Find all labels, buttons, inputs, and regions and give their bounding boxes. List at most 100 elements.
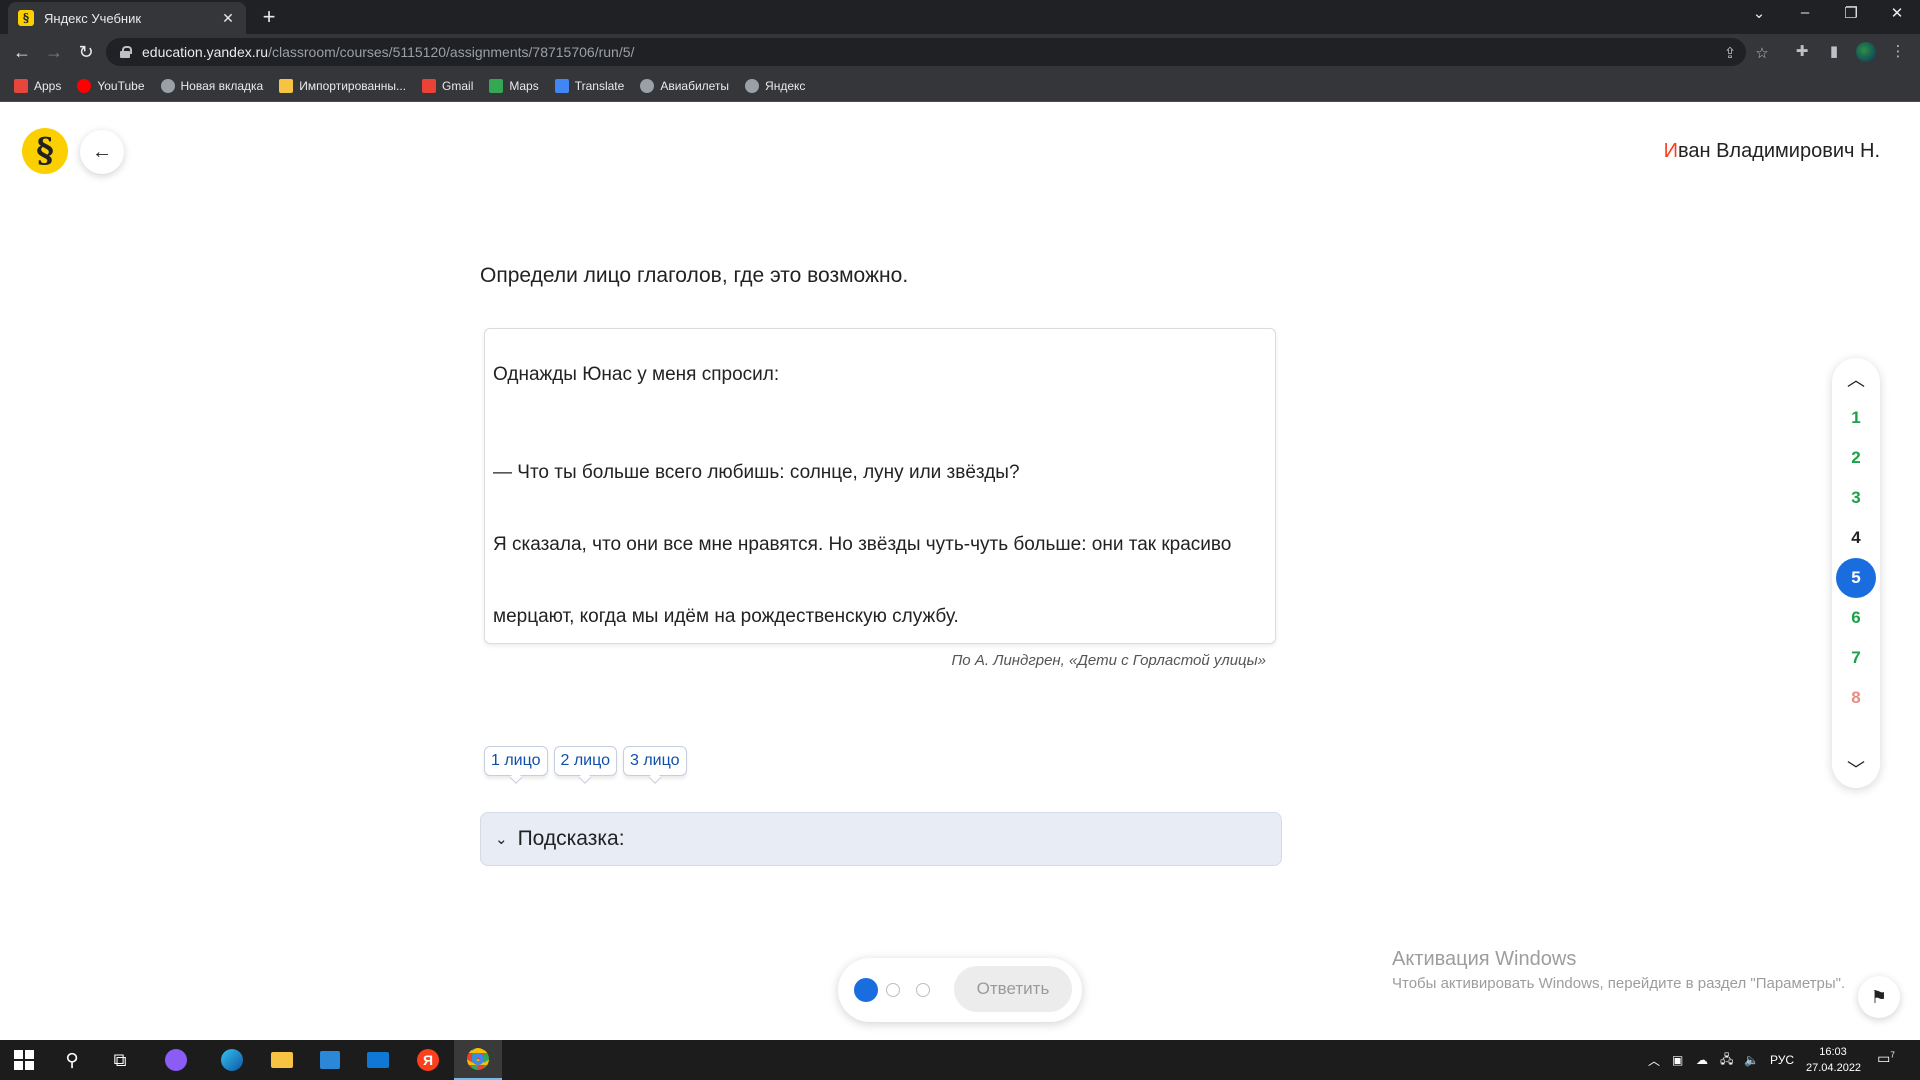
attempt-indicator-dot	[916, 983, 930, 997]
globe-icon	[745, 78, 760, 93]
tab-search-icon[interactable]: ⌄	[1744, 4, 1774, 22]
browser-tab-active[interactable]: § Яндекс Учебник ✕	[8, 2, 246, 34]
tab-close-icon[interactable]: ✕	[220, 10, 236, 27]
task-nav-item-7[interactable]: 7	[1836, 638, 1876, 678]
bookmark-item[interactable]: Авиабилеты	[640, 78, 730, 93]
attempt-indicator-dot	[854, 978, 878, 1002]
new-tab-button[interactable]: +	[258, 6, 280, 28]
file-explorer-icon[interactable]	[258, 1040, 306, 1080]
task-nav-item-1[interactable]: 1	[1836, 398, 1876, 438]
task-view-icon[interactable]: ⧉	[96, 1040, 144, 1080]
chevron-down-icon[interactable]: ﹀	[1832, 756, 1880, 782]
alice-icon[interactable]	[152, 1040, 200, 1080]
chevron-up-icon[interactable]: ︿	[1832, 366, 1880, 392]
task-nav-item-3[interactable]: 3	[1836, 478, 1876, 518]
gmail-icon	[422, 78, 437, 93]
page-content: § ← Иван Владимирович Н. Определи лицо г…	[0, 102, 1920, 1040]
clock-date: 27.04.2022	[1806, 1062, 1862, 1074]
tray-chevron-icon[interactable]: ︿	[1648, 1040, 1660, 1080]
bookmark-label: Яндекс	[765, 78, 806, 93]
chevron-down-icon: ⌄	[495, 831, 508, 848]
task-nav-item-8[interactable]: 8	[1836, 678, 1876, 718]
yandex-textbook-logo[interactable]: §	[22, 128, 68, 174]
user-name[interactable]: Иван Владимирович Н.	[1664, 140, 1880, 163]
bookmark-item[interactable]: Maps	[489, 78, 539, 93]
browser-tabstrip: § Яндекс Учебник ✕ + ⌄ – ❐ ✕	[0, 0, 1920, 34]
language-indicator[interactable]: РУС	[1770, 1040, 1794, 1080]
globe-icon	[640, 78, 655, 93]
attempt-indicator-dot	[886, 983, 900, 997]
back-button[interactable]: ←	[80, 130, 124, 174]
task-nav-item-5[interactable]: 5	[1836, 558, 1876, 598]
search-icon[interactable]: ⚲	[48, 1040, 96, 1080]
tray-onedrive-icon[interactable]: ☁	[1696, 1040, 1708, 1080]
bookmarks-bar: Apps YouTube Новая вкладка Импортированны..…	[0, 70, 1920, 102]
tab-favicon-icon: §	[18, 10, 34, 26]
windows-taskbar: ⚲ ⧉ Я ︿ ▣ ☁ 🖧 🔈 РУС 16:03 27.04.2022 ▭7	[0, 1040, 1920, 1080]
volume-icon[interactable]: 🔈	[1744, 1040, 1759, 1080]
watermark-title: Активация Windows	[1392, 948, 1577, 970]
bookmark-item[interactable]: Gmail	[422, 78, 473, 93]
clock-time: 16:03	[1819, 1046, 1847, 1058]
user-name-rest: ван Владимирович Н.	[1677, 140, 1880, 162]
task-title: Определи лицо глаголов, где это возможно…	[480, 264, 909, 287]
bookmark-item[interactable]: Импортированны...	[279, 78, 407, 93]
task-nav-item-2[interactable]: 2	[1836, 438, 1876, 478]
bookmark-label: Apps	[34, 78, 62, 93]
text-source: По А. Линдгрен, «Дети с Горластой улицы»	[951, 652, 1266, 669]
store-icon[interactable]	[306, 1040, 354, 1080]
start-button[interactable]	[0, 1040, 48, 1080]
minimize-button[interactable]: –	[1790, 4, 1820, 21]
reload-icon[interactable]: ↻	[74, 40, 98, 64]
watermark-subtitle: Чтобы активировать Windows, перейдите в …	[1392, 975, 1846, 992]
taskbar-clock[interactable]: 16:03 27.04.2022	[1806, 1044, 1862, 1076]
submit-button[interactable]: Ответить	[954, 966, 1072, 1012]
bookmark-item[interactable]: Apps	[14, 78, 62, 93]
chrome-icon[interactable]	[454, 1040, 502, 1080]
browser-menu-icon[interactable]: ⋮	[1886, 40, 1910, 64]
bookmark-label: Авиабилеты	[660, 78, 730, 93]
youtube-icon	[77, 78, 92, 93]
restore-button[interactable]: ❐	[1836, 4, 1866, 22]
bookmark-item[interactable]: Translate	[554, 78, 624, 93]
tray-device-icon[interactable]: ▣	[1672, 1040, 1683, 1080]
task-text-line: Однажды Юнас у меня спросил:	[493, 364, 780, 385]
notification-count: 7	[1890, 1050, 1895, 1060]
task-nav-item-4[interactable]: 4	[1836, 518, 1876, 558]
back-arrow-icon[interactable]: ←	[10, 40, 34, 64]
task-text-box: Однажды Юнас у меня спросил: — Что ты бо…	[484, 328, 1276, 644]
tag-3-person[interactable]: 3 лицо	[623, 746, 687, 776]
windows-activation-watermark: Активация Windows Чтобы активировать Win…	[1392, 948, 1845, 992]
tag-2-person[interactable]: 2 лицо	[553, 746, 617, 776]
notification-center-icon[interactable]: ▭7	[1876, 1050, 1896, 1070]
hint-toggle[interactable]: ⌄ Подсказка:	[480, 812, 1282, 866]
browser-toolbar: ← → ↻ education.yandex.ru/classroom/cour…	[0, 34, 1920, 70]
task-text-line: — Что ты больше всего любишь: солнце, лу…	[493, 462, 1020, 483]
bookmark-star-icon[interactable]: ☆	[1752, 44, 1772, 62]
bookmark-item[interactable]: Новая вкладка	[160, 78, 263, 93]
flag-icon: ⚑	[1870, 986, 1888, 1007]
windows-logo-icon	[14, 1050, 34, 1070]
address-bar[interactable]: education.yandex.ru/classroom/courses/51…	[106, 38, 1769, 66]
answer-tags: 1 лицо 2 лицо 3 лицо	[484, 746, 687, 776]
bookmark-item[interactable]: YouTube	[77, 78, 145, 93]
forward-arrow-icon[interactable]: →	[42, 40, 66, 64]
bookmark-label: Импортированны...	[299, 78, 407, 93]
edge-icon[interactable]	[208, 1040, 256, 1080]
report-flag-button[interactable]: ⚑	[1858, 976, 1900, 1018]
network-icon[interactable]: 🖧	[1720, 1040, 1733, 1080]
share-icon[interactable]: ⇪	[1720, 44, 1740, 62]
extensions-puzzle-icon[interactable]: ✚	[1790, 40, 1814, 64]
profile-avatar[interactable]	[1856, 42, 1876, 62]
tag-1-person[interactable]: 1 лицо	[484, 746, 548, 776]
translate-icon	[554, 78, 569, 93]
yandex-browser-icon[interactable]: Я	[404, 1040, 452, 1080]
close-window-button[interactable]: ✕	[1882, 4, 1912, 22]
bookmark-item[interactable]: Яндекс	[745, 78, 806, 93]
answer-bar: Ответить	[838, 958, 1082, 1022]
folder-icon	[279, 78, 294, 93]
mail-icon[interactable]	[354, 1040, 402, 1080]
task-nav-item-6[interactable]: 6	[1836, 598, 1876, 638]
side-panel-icon[interactable]: ▮	[1822, 40, 1846, 64]
hint-label: Подсказка:	[517, 827, 625, 850]
